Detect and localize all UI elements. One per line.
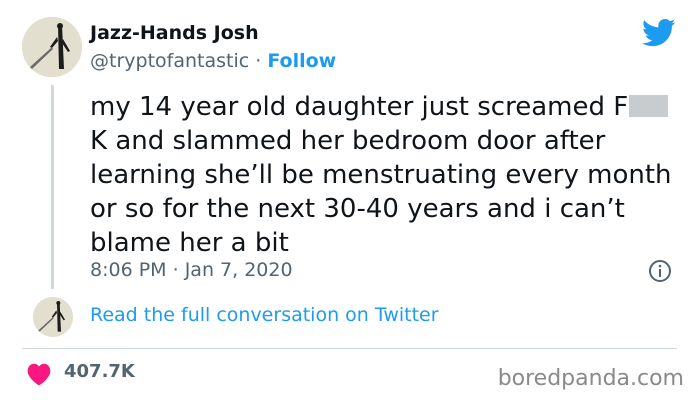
divider: [22, 348, 677, 349]
author-avatar[interactable]: [22, 17, 82, 77]
info-icon[interactable]: [648, 259, 672, 283]
author-name[interactable]: Jazz-Hands Josh: [90, 22, 259, 44]
follow-button[interactable]: Follow: [267, 50, 336, 72]
handle-separator: ·: [255, 50, 262, 72]
date-separator: ·: [172, 259, 179, 281]
handle-row: @tryptofantastic · Follow: [90, 50, 336, 72]
twitter-bird-icon[interactable]: [642, 18, 676, 48]
like-count: 407.7K: [64, 361, 135, 382]
boredpanda-watermark: boredpanda.com: [497, 366, 684, 391]
timestamp[interactable]: 8:06 PM · Jan 7, 2020: [90, 259, 293, 281]
tweet-text: my 14 year old daughter just screamed F K…: [90, 90, 675, 260]
tweet-text-end: K and slammed her bedroom door after lea…: [90, 126, 672, 258]
avatar-image: [22, 17, 82, 77]
tweet-date: Jan 7, 2020: [184, 259, 293, 281]
conversation-avatar: [33, 297, 73, 337]
avatar-image: [33, 297, 73, 337]
tweet-text-start: my 14 year old daughter just screamed F: [90, 92, 629, 122]
author-handle[interactable]: @tryptofantastic: [90, 50, 249, 72]
tweet-time: 8:06 PM: [90, 259, 167, 281]
censor-block: [629, 95, 669, 117]
thread-line: [51, 85, 54, 289]
read-conversation-link[interactable]: Read the full conversation on Twitter: [90, 304, 439, 326]
heart-icon[interactable]: [26, 362, 52, 386]
